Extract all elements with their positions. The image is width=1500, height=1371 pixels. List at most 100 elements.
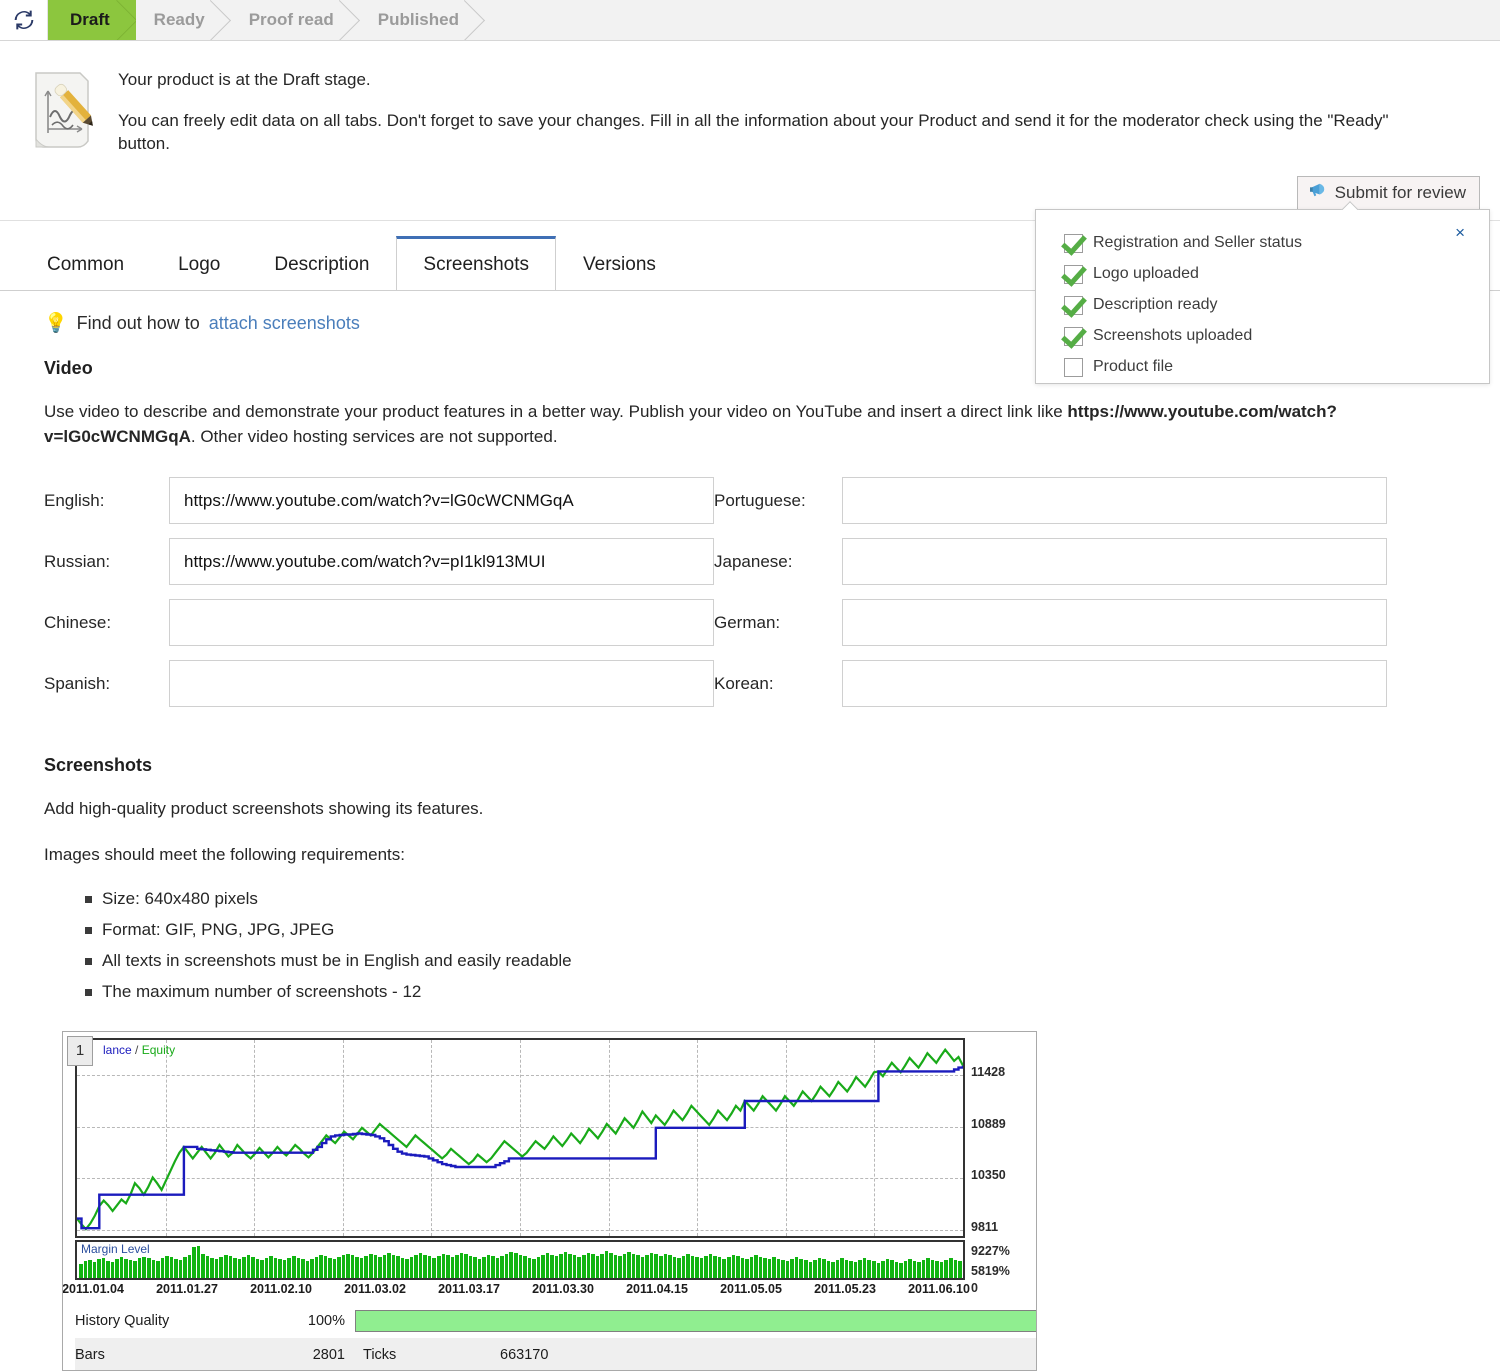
notice-text-block: Your product is at the Draft stage. You … bbox=[118, 63, 1408, 194]
margin-bar bbox=[677, 1258, 681, 1278]
margin-tick-label: 9227% bbox=[971, 1243, 1010, 1258]
margin-bar bbox=[509, 1251, 513, 1278]
margin-bar bbox=[242, 1257, 246, 1278]
video-input-chinese[interactable] bbox=[169, 599, 714, 647]
margin-bar bbox=[205, 1255, 210, 1278]
refresh-icon bbox=[13, 9, 35, 31]
video-input-japanese[interactable] bbox=[842, 538, 1387, 586]
margin-bar bbox=[690, 1255, 695, 1278]
margin-bar bbox=[441, 1253, 446, 1278]
checklist-item-description[interactable]: Description ready bbox=[1064, 294, 1489, 316]
margin-bar bbox=[310, 1258, 314, 1278]
margin-bar bbox=[436, 1255, 441, 1278]
checkbox-checked-icon[interactable] bbox=[1064, 326, 1083, 346]
video-label-german: German: bbox=[714, 612, 781, 632]
margin-bar bbox=[178, 1260, 183, 1278]
margin-bar bbox=[736, 1256, 740, 1278]
margin-bar bbox=[287, 1258, 291, 1278]
tab-description-label: Description bbox=[274, 253, 370, 275]
notice-line-2: You can freely edit data on all tabs. Do… bbox=[118, 110, 1389, 153]
margin-bar bbox=[876, 1262, 881, 1278]
checkbox-checked-icon[interactable] bbox=[1064, 295, 1083, 315]
margin-bar bbox=[713, 1255, 717, 1278]
checklist-item-logo[interactable]: Logo uploaded bbox=[1064, 263, 1489, 285]
margin-bar bbox=[776, 1258, 781, 1278]
stage-proof-read[interactable]: Proof read bbox=[230, 0, 361, 40]
video-label-chinese: Chinese: bbox=[44, 612, 112, 632]
tab-common[interactable]: Common bbox=[20, 238, 151, 290]
video-description: Use video to describe and demonstrate yo… bbox=[44, 400, 1364, 449]
tab-logo[interactable]: Logo bbox=[151, 238, 247, 290]
margin-bar bbox=[785, 1261, 790, 1278]
margin-level-title: Margin Level bbox=[81, 1241, 150, 1256]
margin-bar bbox=[255, 1258, 260, 1278]
checklist-item-registration[interactable]: Registration and Seller status bbox=[1064, 232, 1489, 254]
margin-bar bbox=[577, 1256, 581, 1278]
margin-bar bbox=[314, 1256, 319, 1278]
video-input-english[interactable]: https://www.youtube.com/watch?v=lG0cWCNM… bbox=[169, 477, 714, 525]
video-input-korean[interactable] bbox=[842, 660, 1387, 708]
stage-ready[interactable]: Ready bbox=[135, 0, 231, 40]
checklist-item-product-file[interactable]: Product file bbox=[1064, 356, 1489, 378]
margin-bar bbox=[622, 1254, 627, 1278]
x-tick-label: 2011.06.10 bbox=[908, 1281, 970, 1296]
checkbox-unchecked-icon[interactable] bbox=[1064, 357, 1083, 377]
margin-bar bbox=[482, 1256, 486, 1278]
margin-bar bbox=[581, 1254, 586, 1278]
margin-bar bbox=[600, 1253, 604, 1278]
video-input-russian[interactable]: https://www.youtube.com/watch?v=pI1kl913… bbox=[169, 538, 714, 586]
checklist-item-screenshots[interactable]: Screenshots uploaded bbox=[1064, 325, 1489, 347]
margin-bar bbox=[659, 1255, 663, 1278]
margin-bar bbox=[237, 1259, 242, 1278]
tab-description[interactable]: Description bbox=[247, 238, 396, 290]
margin-bar bbox=[631, 1253, 636, 1278]
margin-bar bbox=[822, 1259, 826, 1278]
margin-bar bbox=[532, 1259, 536, 1278]
margin-bar bbox=[813, 1259, 817, 1278]
video-input-german[interactable] bbox=[842, 599, 1387, 647]
margin-bar bbox=[92, 1262, 97, 1278]
margin-bar bbox=[296, 1258, 301, 1278]
chevron-icon bbox=[339, 0, 361, 40]
legend-separator: / bbox=[135, 1042, 139, 1057]
margin-bar bbox=[890, 1260, 894, 1278]
margin-bar bbox=[169, 1256, 174, 1278]
margin-bar bbox=[133, 1261, 137, 1278]
refresh-button[interactable] bbox=[0, 0, 48, 40]
margin-bar bbox=[364, 1255, 368, 1278]
notice-line-1: Your product is at the Draft stage. bbox=[118, 70, 371, 89]
tab-versions[interactable]: Versions bbox=[556, 238, 683, 290]
history-quality-bar bbox=[355, 1309, 1036, 1332]
x-tick-label: 2011.05.23 bbox=[814, 1281, 876, 1296]
video-input-spanish[interactable] bbox=[169, 660, 714, 708]
margin-bar bbox=[939, 1262, 944, 1278]
margin-bar bbox=[88, 1260, 92, 1278]
margin-bar bbox=[387, 1252, 391, 1278]
submit-for-review-button[interactable]: Submit for review bbox=[1296, 176, 1480, 210]
checklist-item-label: Screenshots uploaded bbox=[1093, 327, 1253, 344]
margin-bar bbox=[355, 1256, 359, 1278]
margin-level-chart: Margin Level bbox=[75, 1239, 965, 1280]
close-icon[interactable]: × bbox=[1455, 224, 1465, 241]
x-tick-label: 2011.02.10 bbox=[250, 1281, 312, 1296]
tab-screenshots[interactable]: Screenshots bbox=[396, 236, 557, 291]
video-input-portuguese[interactable] bbox=[842, 477, 1387, 525]
margin-bar bbox=[160, 1258, 165, 1278]
screenshot-item-1[interactable]: 1 lance / Equity 11428 10889 10350 9811 bbox=[62, 1030, 1037, 1371]
margin-bar bbox=[835, 1260, 840, 1278]
margin-bar bbox=[128, 1260, 133, 1278]
margin-bar bbox=[192, 1247, 196, 1278]
margin-bar bbox=[301, 1259, 305, 1278]
stage-draft[interactable]: Draft bbox=[48, 0, 136, 40]
attach-screenshots-link[interactable]: attach screenshots bbox=[209, 313, 360, 334]
tab-screenshots-label: Screenshots bbox=[423, 253, 530, 275]
video-label-spanish: Spanish: bbox=[44, 673, 111, 693]
checkbox-checked-icon[interactable] bbox=[1064, 264, 1083, 284]
margin-bar bbox=[604, 1251, 609, 1278]
stage-published[interactable]: Published bbox=[359, 0, 485, 40]
margin-bar bbox=[717, 1257, 722, 1278]
margin-bar bbox=[541, 1254, 545, 1278]
margin-bar bbox=[432, 1257, 436, 1278]
checklist-item-label: Description ready bbox=[1093, 296, 1218, 313]
checkbox-checked-icon[interactable] bbox=[1064, 233, 1083, 253]
